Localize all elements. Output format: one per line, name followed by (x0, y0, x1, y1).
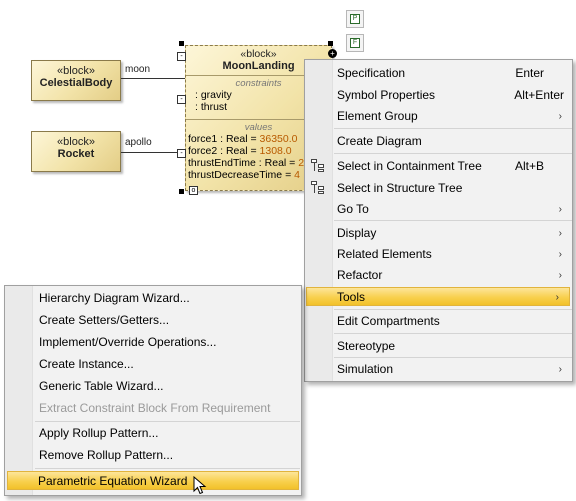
expand-plus-icon[interactable]: + (328, 49, 337, 58)
menu-item-display[interactable]: Display › (334, 224, 572, 243)
resize-handle[interactable] (179, 41, 184, 46)
collapse-icon[interactable]: - (177, 149, 186, 158)
chevron-right-icon: › (558, 249, 562, 260)
value-default: 36350.0 (259, 133, 298, 145)
chevron-right-icon: › (558, 364, 562, 375)
collapse-icon[interactable]: - (177, 52, 186, 61)
celestialbody-block[interactable]: «block» CelestialBody (31, 60, 121, 101)
value-name: force1 (188, 133, 218, 145)
value-name: thrustDecreaseTime (188, 169, 283, 181)
chevron-right-icon: › (558, 204, 562, 215)
menu-item-tools[interactable]: Tools › (306, 287, 570, 306)
block-stereotype: «block» (57, 136, 95, 148)
menu-item-select-in-containment-tree[interactable]: Select in Containment Tree Alt+B (334, 157, 572, 176)
moon-role-label: moon (125, 64, 151, 75)
chevron-right-icon: › (558, 228, 562, 239)
value-type: : Real = (217, 145, 260, 157)
value-name: force2 (188, 145, 218, 157)
menu-item-parametric-equation-wizard[interactable]: Parametric Equation Wizard (7, 471, 299, 490)
structure-tree-icon (311, 181, 326, 194)
menu-item-apply-rollup-pattern[interactable]: Apply Rollup Pattern... (8, 424, 300, 443)
menu-item-go-to[interactable]: Go To › (334, 200, 572, 219)
menu-item-select-in-structure-tree[interactable]: Select in Structure Tree (334, 179, 572, 198)
context-menu: Specification Enter Symbol Properties Al… (304, 59, 573, 382)
value-default: 4 (294, 169, 300, 181)
moon-association-line[interactable] (121, 78, 185, 79)
value-name: thrustEndTime (188, 157, 256, 169)
p-icon: P (350, 14, 360, 24)
chevron-right-icon: › (555, 292, 559, 303)
menu-item-stereotype[interactable]: Stereotype (334, 337, 572, 356)
apollo-role-label: apollo (125, 137, 152, 148)
menu-item-hierarchy-diagram-wizard[interactable]: Hierarchy Diagram Wizard... (8, 289, 300, 308)
block-name: Rocket (57, 148, 95, 160)
f-icon: F (350, 38, 360, 48)
menu-item-create-setters-getters[interactable]: Create Setters/Getters... (8, 311, 300, 330)
port-icon[interactable]: o (189, 186, 198, 195)
menu-item-symbol-properties[interactable]: Symbol Properties Alt+Enter (334, 86, 572, 105)
collapse-icon[interactable]: - (177, 95, 186, 104)
parts-button[interactable]: P (346, 10, 364, 28)
mouse-pointer-icon (193, 476, 207, 495)
resize-handle[interactable] (328, 41, 333, 46)
value-type: : Real = (217, 133, 260, 145)
menu-item-refactor[interactable]: Refactor › (334, 266, 572, 285)
value-type: = (282, 169, 295, 181)
block-name: CelestialBody (39, 77, 113, 89)
containment-tree-icon (311, 159, 326, 172)
menu-item-extract-constraint-block: Extract Constraint Block From Requiremen… (39, 401, 271, 415)
flow-port-button[interactable]: F (346, 34, 364, 52)
menu-item-simulation[interactable]: Simulation › (334, 360, 572, 379)
menu-item-element-group[interactable]: Element Group › (334, 107, 572, 126)
rocket-block[interactable]: «block» Rocket (31, 131, 121, 172)
tools-submenu: Hierarchy Diagram Wizard... Create Sette… (4, 285, 302, 496)
menu-item-related-elements[interactable]: Related Elements › (334, 245, 572, 264)
block-stereotype: «block» (57, 65, 95, 77)
chevron-right-icon: › (558, 111, 562, 122)
menu-item-specification[interactable]: Specification Enter (334, 64, 572, 83)
menu-item-generic-table-wizard[interactable]: Generic Table Wizard... (8, 377, 300, 396)
value-type: : Real = (255, 157, 299, 169)
chevron-right-icon: › (558, 270, 562, 281)
value-default: 1308.0 (259, 145, 292, 157)
menu-item-implement-override-operations[interactable]: Implement/Override Operations... (8, 333, 300, 352)
menu-item-remove-rollup-pattern[interactable]: Remove Rollup Pattern... (8, 446, 300, 465)
menu-item-create-instance[interactable]: Create Instance... (8, 355, 300, 374)
menu-item-edit-compartments[interactable]: Edit Compartments (334, 312, 572, 331)
menu-item-create-diagram[interactable]: Create Diagram (334, 132, 572, 151)
resize-handle[interactable] (179, 189, 184, 194)
apollo-association-line[interactable] (121, 152, 185, 153)
